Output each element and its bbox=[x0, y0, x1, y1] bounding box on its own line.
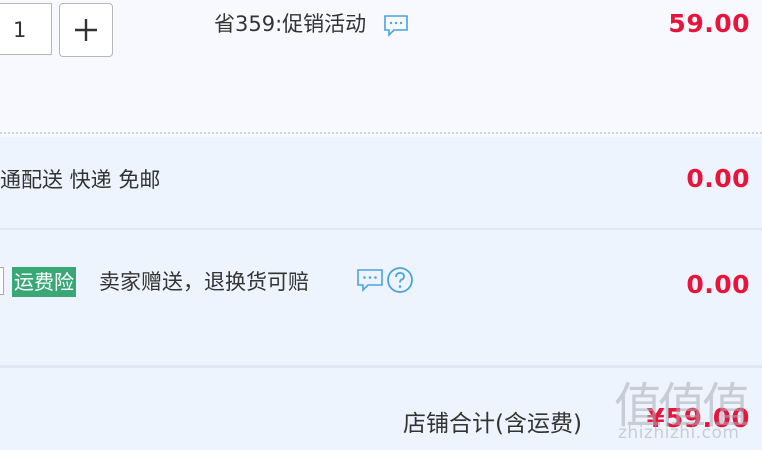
store-total-amount: ¥59.00 bbox=[646, 404, 750, 434]
chat-icon[interactable] bbox=[383, 13, 409, 42]
insurance-price: 0.00 bbox=[686, 270, 750, 299]
shipping-price: 0.00 bbox=[686, 164, 750, 193]
promo-text: 省359:促销活动 bbox=[214, 12, 367, 36]
shipping-method[interactable]: 通配送 快递 免邮 bbox=[0, 164, 160, 194]
promo-label: 省359:促销活动 bbox=[214, 8, 409, 42]
insurance-icons bbox=[356, 266, 414, 298]
increase-quantity-button[interactable] bbox=[59, 3, 113, 57]
store-total-label: 店铺合计(含运费) bbox=[403, 411, 582, 437]
insurance-description: 卖家赠送，退换货可赔 bbox=[99, 270, 309, 294]
insurance-badge: 运费险 bbox=[12, 267, 76, 297]
help-icon[interactable] bbox=[386, 266, 414, 298]
dotted-divider bbox=[0, 132, 762, 134]
item-price: 59.00 bbox=[668, 9, 750, 38]
plus-icon bbox=[75, 19, 97, 41]
chat-icon[interactable] bbox=[356, 267, 384, 297]
quantity-input[interactable]: 1 bbox=[0, 3, 52, 55]
insurance-checkbox[interactable] bbox=[0, 267, 4, 295]
